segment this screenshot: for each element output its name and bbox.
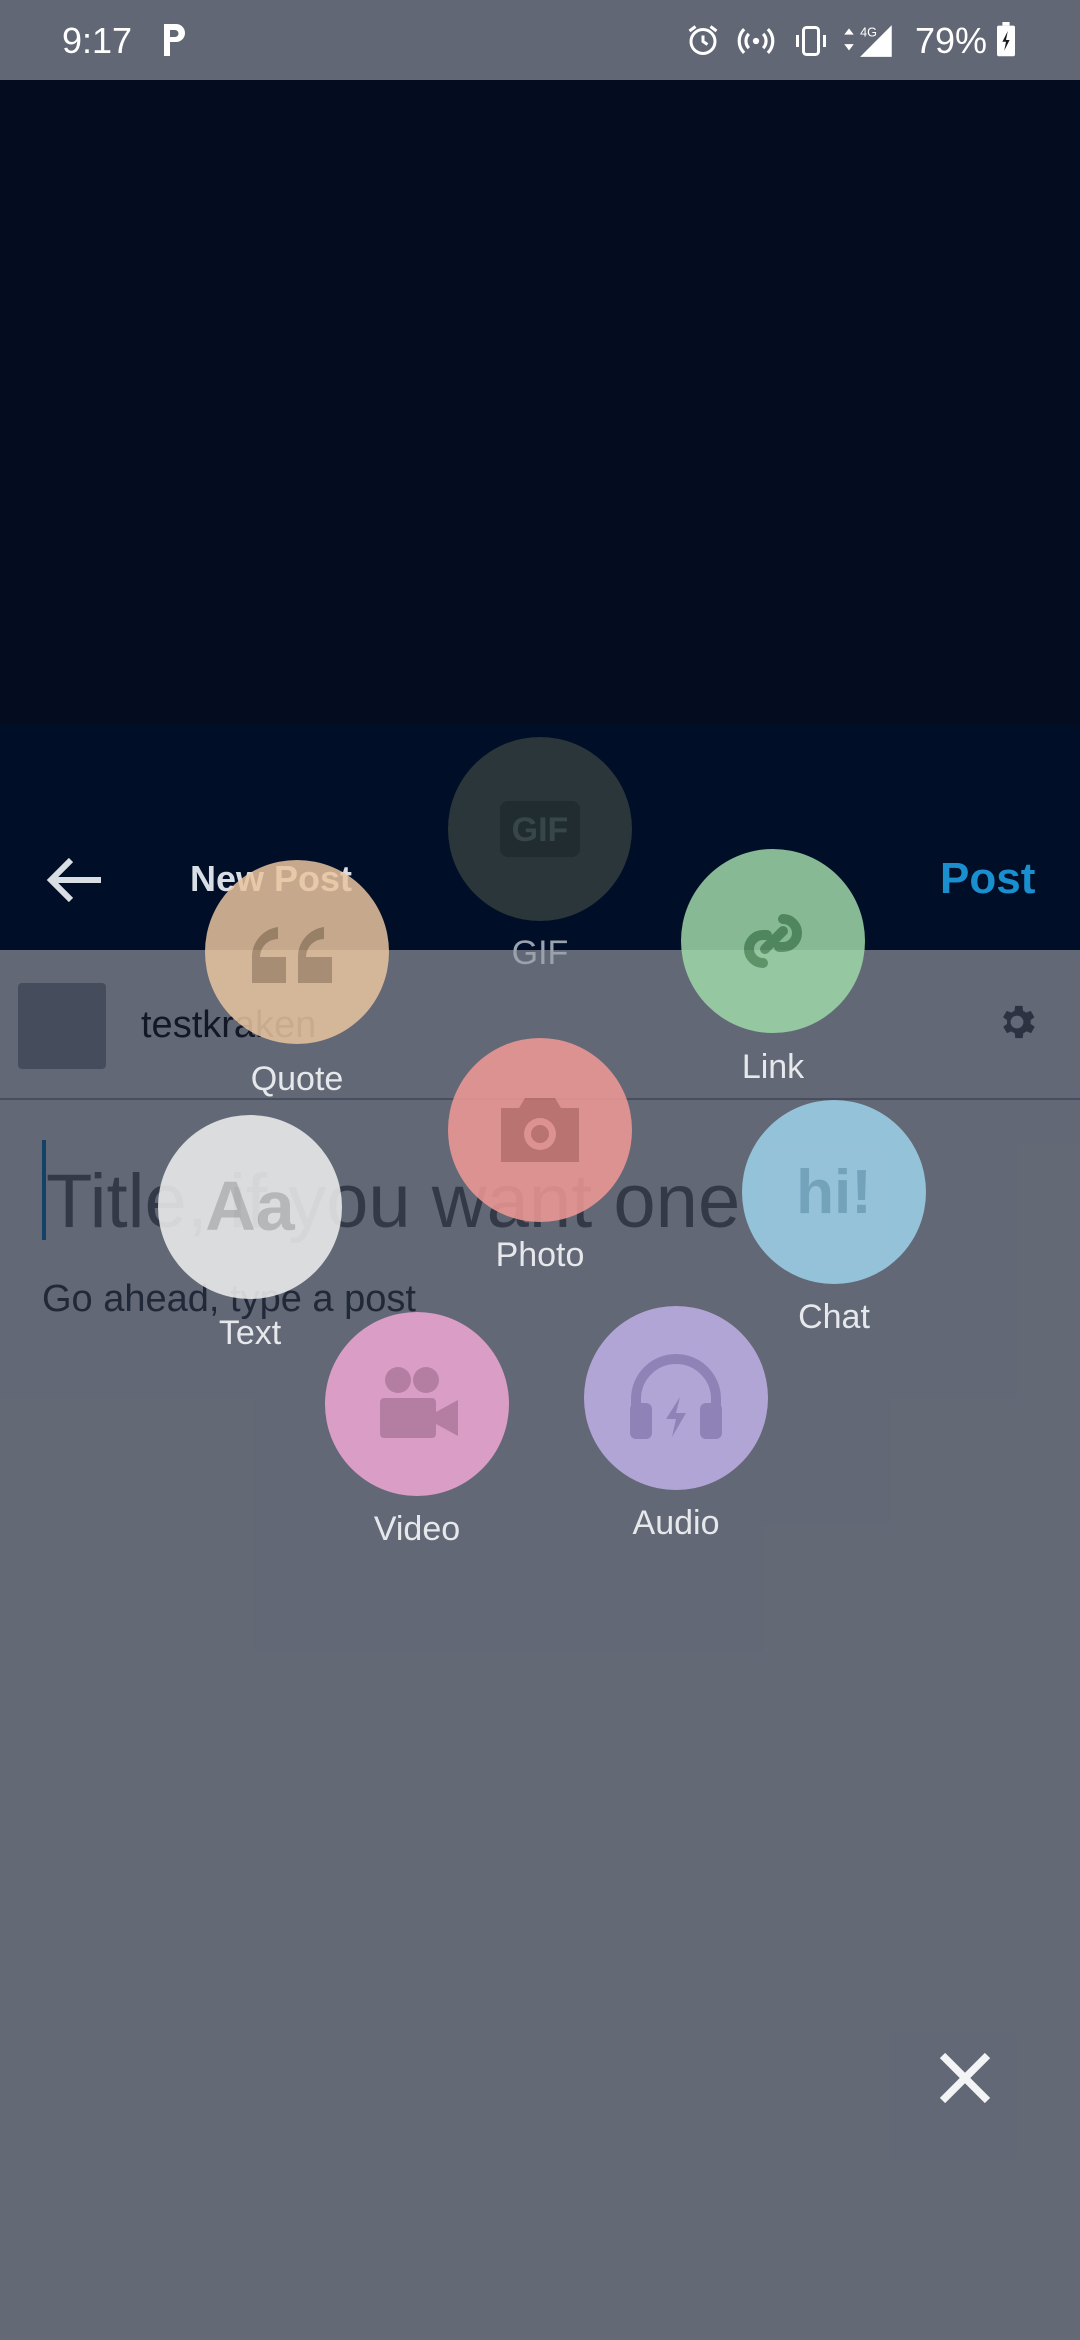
signal-4g-icon: 4G — [844, 25, 892, 57]
svg-text:4G: 4G — [860, 25, 877, 39]
text-icon: Aa — [205, 1172, 296, 1242]
back-arrow-icon[interactable] — [46, 855, 106, 905]
post-type-quote-label: Quote — [250, 1060, 344, 1098]
headphones-icon — [630, 1354, 722, 1439]
vibrate-icon — [796, 26, 826, 56]
avatar[interactable] — [18, 983, 106, 1069]
link-icon — [744, 914, 802, 968]
status-time: 9:17 — [62, 20, 133, 61]
post-type-chat-label: Chat — [798, 1298, 870, 1336]
quote-icon — [252, 927, 332, 983]
svg-text:Aa: Aa — [205, 1172, 296, 1242]
post-type-gif-label: GIF — [511, 934, 569, 972]
close-icon[interactable] — [935, 2048, 995, 2108]
post-type-video-button[interactable] — [325, 1312, 509, 1496]
svg-text:hi!: hi! — [796, 1158, 872, 1227]
hotspot-icon — [737, 28, 775, 54]
post-type-link-label: Link — [741, 1048, 805, 1086]
alarm-icon — [688, 25, 718, 55]
post-type-gif-button[interactable]: GIF — [448, 737, 632, 921]
svg-text:GIF: GIF — [512, 811, 569, 849]
camera-icon — [501, 1098, 579, 1162]
post-type-photo-label: Photo — [495, 1236, 585, 1274]
post-button[interactable]: Post — [940, 854, 1035, 904]
post-type-audio-label: Audio — [632, 1504, 720, 1542]
gear-icon[interactable] — [995, 1000, 1039, 1044]
post-type-link-button[interactable] — [681, 849, 865, 1033]
battery-charging-icon — [997, 22, 1015, 57]
post-type-chat-button[interactable]: hi! — [742, 1100, 926, 1284]
post-type-audio-button[interactable] — [584, 1306, 768, 1490]
parking-icon — [164, 24, 185, 56]
post-type-text-button[interactable]: Aa — [158, 1115, 342, 1299]
post-type-text-label: Text — [218, 1314, 282, 1352]
post-type-video-label: Video — [373, 1510, 461, 1548]
chat-icon: hi! — [796, 1158, 872, 1227]
text-cursor — [42, 1140, 46, 1240]
background-area — [0, 80, 1080, 725]
battery-percent: 79% — [915, 20, 988, 61]
post-type-quote-button[interactable] — [205, 860, 389, 1044]
video-camera-icon — [380, 1367, 458, 1438]
gif-icon: GIF — [500, 801, 580, 857]
post-type-photo-button[interactable] — [448, 1038, 632, 1222]
